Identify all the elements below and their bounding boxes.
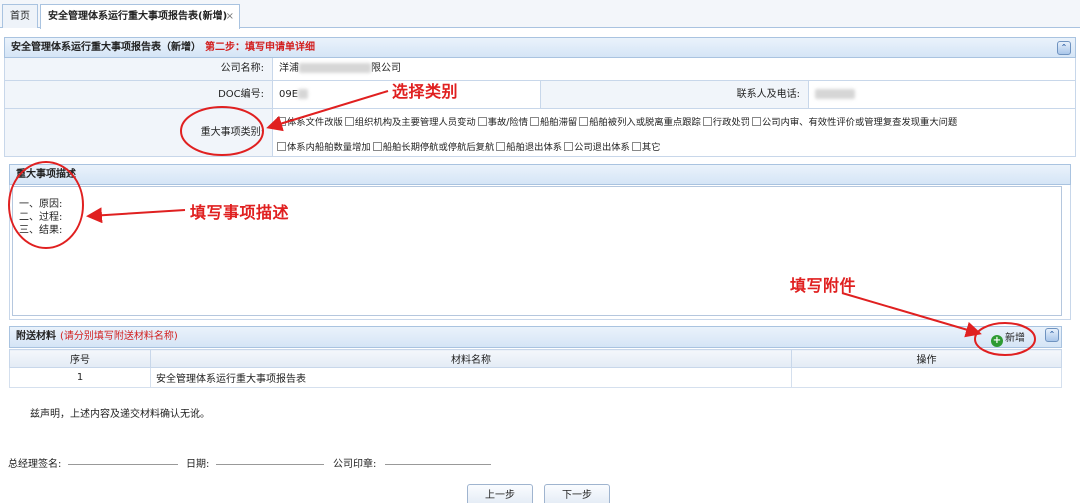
column-header-action: 操作 (791, 349, 1062, 368)
checkbox-icon[interactable] (564, 142, 574, 151)
checkbox-icon[interactable] (530, 117, 539, 126)
form-panel-header: 安全管理体系运行重大事项报告表（新增） 第二步：填写申请单详细 ⌃ (4, 37, 1076, 58)
contact-label: 联系人及电话: (541, 81, 809, 108)
category-option-label: 船舶长期停航或停航后复航 (382, 142, 495, 153)
company-value-prefix: 洋浦 (279, 63, 299, 74)
checkbox-icon[interactable] (372, 142, 382, 151)
tab-home-label: 首页 (10, 11, 30, 22)
category-option-label: 组织机构及主要管理人员变动 (354, 117, 476, 128)
tab-bar: 首页 安全管理体系运行重大事项报告表(新增) × (0, 0, 1080, 29)
category-option-label: 体系文件改版 (287, 117, 343, 128)
tab-report-label: 安全管理体系运行重大事项报告表(新增) (48, 11, 228, 22)
column-header-name: 材料名称 (150, 349, 792, 368)
table-header-row: 序号 材料名称 操作 (9, 349, 1062, 368)
company-field[interactable]: 洋浦 限公司 (273, 58, 401, 80)
checkbox-icon[interactable] (702, 117, 712, 126)
checkbox-icon[interactable] (579, 117, 589, 126)
prev-step-button[interactable]: 上一步 (467, 484, 533, 503)
checkbox-icon[interactable] (631, 142, 641, 151)
checkbox-icon[interactable] (477, 117, 487, 126)
doc-label: DOC编号: (5, 81, 273, 108)
category-option-label: 体系内船舶数量增加 (287, 142, 371, 153)
tab-report-new[interactable]: 安全管理体系运行重大事项报告表(新增) × (40, 4, 240, 29)
redacted-text (298, 89, 309, 99)
description-panel-header: 重大事项描述 (9, 164, 1071, 185)
category-option[interactable]: 公司内审、有效性评价或管理复查发现重大问题 (751, 117, 958, 128)
checkbox-icon[interactable] (344, 117, 354, 126)
company-value-suffix: 限公司 (371, 63, 401, 74)
annotation-fill-attachment: 填写附件 (790, 276, 857, 295)
next-step-button[interactable]: 下一步 (544, 484, 610, 503)
category-option[interactable]: 船舶退出体系 (496, 142, 562, 153)
manager-signature-line[interactable] (68, 464, 178, 465)
tab-home[interactable]: 首页 (2, 4, 38, 28)
date-line[interactable] (216, 464, 324, 465)
add-attachment-button[interactable]: + 新增 (991, 331, 1025, 347)
company-label: 公司名称: (5, 58, 273, 80)
doc-value: 09E (279, 89, 299, 100)
form-title: 安全管理体系运行重大事项报告表（新增） (11, 42, 201, 53)
category-option-label: 其它 (641, 142, 661, 153)
category-option[interactable]: 船舶长期停航或停航后复航 (372, 142, 495, 153)
description-title: 重大事项描述 (16, 169, 76, 180)
date-label: 日期: (186, 459, 210, 470)
category-option[interactable]: 其它 (631, 142, 661, 153)
category-option[interactable]: 体系内船舶数量增加 (277, 142, 371, 153)
category-option[interactable]: 行政处罚 (702, 117, 750, 128)
row-material-name[interactable]: 安全管理体系运行重大事项报告表 (150, 367, 792, 388)
contact-field[interactable] (809, 81, 855, 108)
category-label: 重大事项类别: (5, 109, 273, 156)
category-option[interactable]: 组织机构及主要管理人员变动 (344, 117, 476, 128)
attachments-title: 附送材料 (16, 331, 56, 342)
category-option-label: 行政处罚 (712, 117, 750, 128)
add-label: 新增 (1005, 333, 1025, 344)
plus-icon: + (991, 335, 1003, 347)
annotation-fill-description: 填写事项描述 (190, 203, 290, 222)
description-textarea[interactable]: 一、原因: 二、过程: 三、结果: (12, 186, 1062, 316)
checkbox-icon[interactable] (277, 117, 286, 126)
category-option[interactable]: 船舶滞留 (530, 117, 577, 128)
row-action (791, 367, 1062, 388)
category-options-row1: 体系文件改版 组织机构及主要管理人员变动 事故/险情 船舶滞留 船舶被列入或脱离重点跟踪… (277, 114, 959, 128)
category-option-label: 公司退出体系 (574, 142, 630, 153)
category-option[interactable]: 船舶被列入或脱离重点跟踪 (579, 117, 701, 128)
column-header-no: 序号 (9, 349, 151, 368)
checkbox-icon[interactable] (496, 142, 506, 151)
attachments-note: (请分别填写附送材料名称) (60, 331, 178, 342)
manager-signature-label: 总经理签名: (8, 459, 62, 470)
attachments-table: 序号 材料名称 操作 1 安全管理体系运行重大事项报告表 (9, 349, 1062, 388)
redacted-text (299, 63, 371, 73)
table-row: 1 安全管理体系运行重大事项报告表 (9, 367, 1062, 388)
category-option[interactable]: 体系文件改版 (277, 117, 343, 128)
company-seal-label: 公司印章: (333, 459, 377, 470)
company-seal-line[interactable] (385, 464, 491, 465)
company-row: 公司名称: 洋浦 限公司 (4, 58, 1076, 81)
checkbox-icon[interactable] (277, 142, 286, 151)
category-option-label: 船舶滞留 (540, 117, 578, 128)
category-options-row2: 体系内船舶数量增加 船舶长期停航或停航后复航 船舶退出体系 公司退出体系 其它 (277, 139, 662, 153)
category-option-label: 公司内审、有效性评价或管理复查发现重大问题 (761, 117, 958, 128)
description-line: 三、结果: (19, 225, 63, 236)
annotation-select-category: 选择类别 (392, 82, 459, 101)
doc-row: DOC编号: 09E 联系人及电话: (4, 81, 1076, 109)
category-option[interactable]: 公司退出体系 (564, 142, 630, 153)
checkbox-icon[interactable] (751, 117, 761, 126)
category-option-label: 船舶被列入或脱离重点跟踪 (589, 117, 701, 128)
declaration-text: 兹声明，上述内容及递交材料确认无讹。 (30, 409, 210, 420)
close-icon[interactable]: × (226, 5, 234, 28)
step-indicator: 第二步：填写申请单详细 (205, 42, 315, 53)
redacted-text (815, 89, 855, 99)
collapse-up-icon[interactable]: ⌃ (1057, 41, 1071, 55)
row-no: 1 (9, 367, 151, 388)
category-option-label: 船舶退出体系 (506, 142, 563, 153)
category-option[interactable]: 事故/险情 (477, 117, 528, 128)
attachments-panel-header: 附送材料 (请分别填写附送材料名称) (9, 326, 1062, 348)
category-option-label: 事故/险情 (487, 117, 528, 128)
category-row: 重大事项类别: 体系文件改版 组织机构及主要管理人员变动 事故/险情 船舶滞留 船舶被列… (4, 109, 1076, 157)
collapse-up-icon[interactable]: ⌃ (1045, 328, 1059, 342)
